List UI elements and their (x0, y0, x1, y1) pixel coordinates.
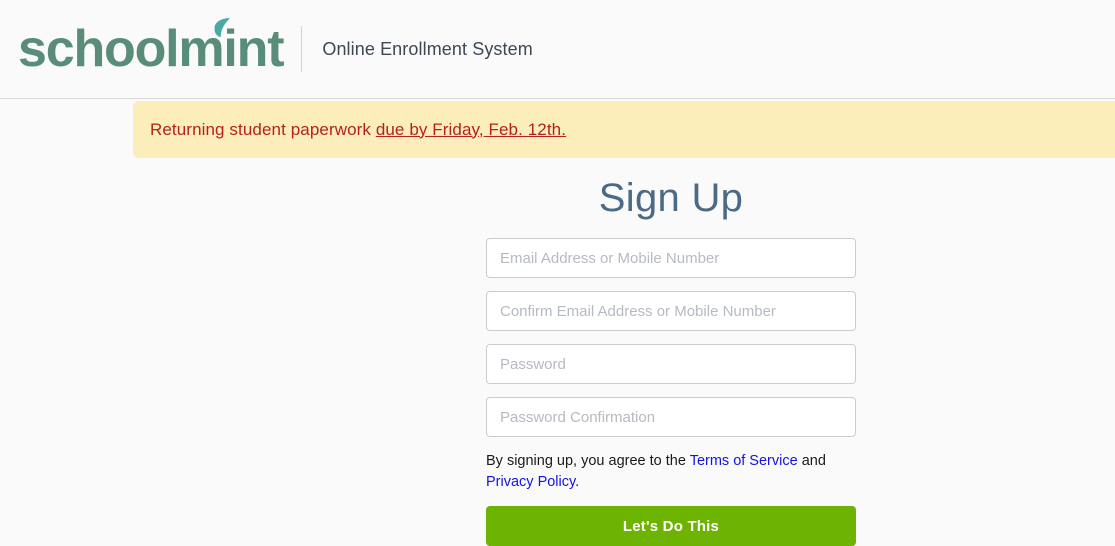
terms-prefix: By signing up, you agree to the (486, 453, 690, 469)
header-divider (301, 26, 303, 72)
alert-message-emphasis: due by Friday, Feb. 12th. (375, 119, 567, 139)
password-field[interactable] (486, 344, 856, 384)
deadline-alert-banner: Returning student paperwork due by Frida… (133, 101, 1115, 158)
privacy-policy-link[interactable]: Privacy Policy (486, 474, 575, 490)
header-tagline: Online Enrollment System (322, 38, 533, 59)
alert-message: Returning student paperwork due by Frida… (150, 120, 566, 140)
logo-wordmark: schoolmint (18, 20, 285, 78)
password-confirmation-field[interactable] (486, 397, 856, 437)
terms-suffix: . (575, 473, 580, 490)
terms-middle: and (797, 453, 826, 469)
alert-message-plain: Returning student paperwork (150, 119, 376, 139)
terms-of-service-link[interactable]: Terms of Service (690, 453, 798, 469)
schoolmint-logo[interactable]: schoolmint (18, 18, 285, 78)
signup-submit-button[interactable]: Let's Do This (486, 506, 856, 546)
email-confirmation-field[interactable] (486, 291, 856, 331)
site-header: schoolmint Online Enrollment System (0, 0, 1115, 99)
signup-form: Sign Up By signing up, you agree to the … (486, 158, 856, 546)
email-field[interactable] (486, 238, 856, 278)
terms-agreement-text: By signing up, you agree to the Terms of… (486, 451, 856, 492)
brand-area[interactable]: schoolmint Online Enrollment System (18, 18, 533, 78)
page-title: Sign Up (598, 176, 744, 220)
signup-section: Sign Up By signing up, you agree to the … (0, 158, 1115, 546)
